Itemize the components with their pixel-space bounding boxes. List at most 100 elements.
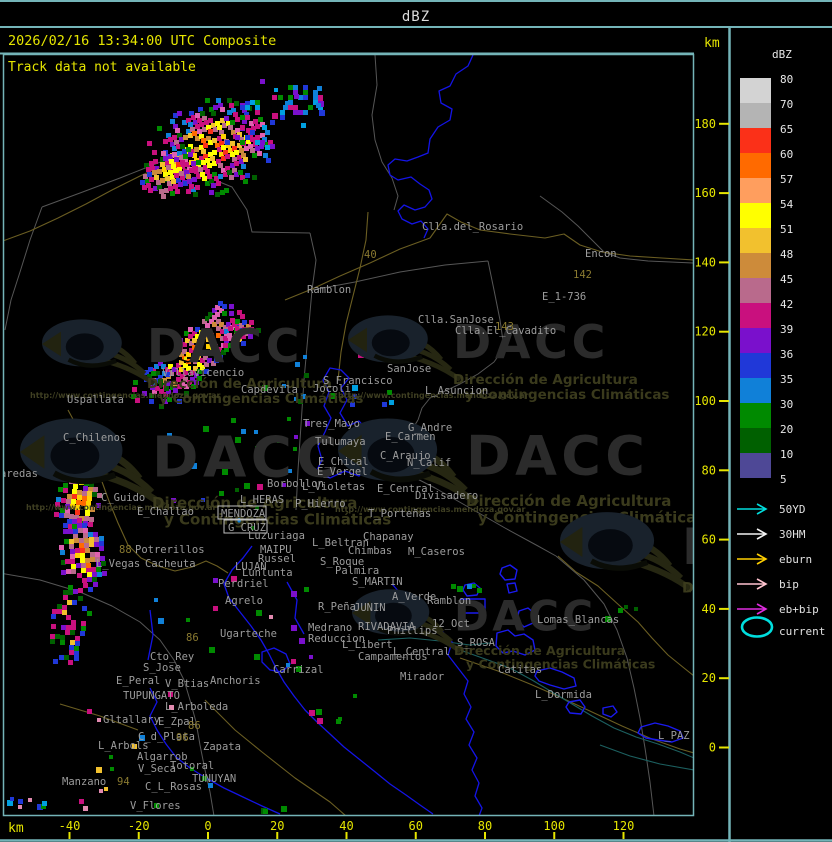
svg-text:65: 65 xyxy=(780,123,793,136)
svg-text:Catitas: Catitas xyxy=(498,664,542,676)
scale-block-36 xyxy=(740,353,771,378)
svg-text:Clla.del_Rosario: Clla.del_Rosario xyxy=(422,221,523,233)
scale-block-30 xyxy=(740,403,771,428)
svg-text:E_Vergel: E_Vergel xyxy=(317,466,368,478)
map-layer: DACCDirección de Agriculturay Contingenc… xyxy=(4,55,693,815)
svg-text:60: 60 xyxy=(409,819,423,833)
svg-text:y Contingencias Climáticas: y Contingencias Climáticas xyxy=(466,657,655,672)
svg-text:86: 86 xyxy=(186,632,199,644)
svg-text:57: 57 xyxy=(780,173,793,186)
scale-block-48 xyxy=(740,253,771,278)
svg-text:E_Carmen: E_Carmen xyxy=(385,431,436,443)
svg-text:30HM: 30HM xyxy=(779,528,806,541)
dbz-color-scale: dBZ 80 70 65 60 57 54 51 48 45 42 39 36 35 30 20 10 5 xyxy=(740,48,794,486)
svg-text:20: 20 xyxy=(780,423,793,436)
svg-text:L_Dormida: L_Dormida xyxy=(535,689,592,701)
svg-text:C_L_Rosas: C_L_Rosas xyxy=(145,781,202,793)
scale-block-42 xyxy=(740,303,771,328)
svg-text:70: 70 xyxy=(780,98,793,111)
svg-text:96: 96 xyxy=(176,732,189,744)
svg-text:DACC: DACC xyxy=(466,425,649,488)
svg-text:P_Hierro: P_Hierro xyxy=(295,498,346,510)
svg-text:Perdriel: Perdriel xyxy=(218,578,269,590)
svg-text:Cacheuta: Cacheuta xyxy=(145,558,196,570)
svg-text:http://www.contingencias.mendo: http://www.contingencias.mendoza.gov.ar xyxy=(30,391,221,400)
svg-text:5: 5 xyxy=(780,473,787,486)
svg-text:Encon: Encon xyxy=(585,248,617,260)
legend-item-50YD: 50YD xyxy=(737,503,806,516)
current-ellipse-icon xyxy=(740,616,774,638)
svg-text:Zapata: Zapata xyxy=(203,741,241,753)
radar-display-canvas[interactable]: DACCDirección de Agriculturay Contingenc… xyxy=(0,0,832,842)
svg-text:M_Caseros: M_Caseros xyxy=(408,546,465,558)
svg-text:dBZ: dBZ xyxy=(772,48,792,61)
svg-text:180: 180 xyxy=(694,117,716,131)
svg-text:120: 120 xyxy=(613,819,635,833)
svg-text:E_1-736: E_1-736 xyxy=(542,291,586,303)
track-legend: 50YD 30HM eburn bip eb+bip current xyxy=(737,503,825,638)
svg-text:Ugarteche: Ugarteche xyxy=(220,628,277,640)
legend-item-bip: bip xyxy=(737,578,799,591)
svg-text:40: 40 xyxy=(339,819,353,833)
svg-text:Carrizal: Carrizal xyxy=(273,664,324,676)
svg-text:40: 40 xyxy=(702,602,716,616)
scale-block-20 xyxy=(740,428,771,453)
svg-text:80: 80 xyxy=(702,463,716,477)
svg-text:C_Guido: C_Guido xyxy=(101,492,145,504)
svg-text:Phillips: Phillips xyxy=(387,625,438,637)
svg-text:-40: -40 xyxy=(59,819,81,833)
svg-text:100: 100 xyxy=(694,394,716,408)
radar-app-window: dBZ 2026/02/16 13:34:00 UTC Composite Tr… xyxy=(0,0,832,842)
svg-text:Luzuriaga: Luzuriaga xyxy=(248,530,305,542)
svg-text:42: 42 xyxy=(780,298,793,311)
svg-text:0: 0 xyxy=(709,741,716,755)
svg-text:Anchoris: Anchoris xyxy=(210,675,261,687)
svg-text:Jocoli: Jocoli xyxy=(313,383,351,395)
svg-text:MENDOZA: MENDOZA xyxy=(221,508,266,520)
svg-text:Villavicencio: Villavicencio xyxy=(162,367,244,379)
svg-text:Tulumaya: Tulumaya xyxy=(315,436,366,448)
svg-text:20: 20 xyxy=(702,671,716,685)
svg-text:140: 140 xyxy=(694,255,716,269)
svg-text:36: 36 xyxy=(780,348,793,361)
scale-block-54 xyxy=(740,203,771,228)
scale-block-70 xyxy=(740,103,771,128)
legend-item-current: current xyxy=(740,616,825,638)
svg-text:Capdevila: Capdevila xyxy=(241,384,298,396)
svg-text:80: 80 xyxy=(780,73,793,86)
svg-text:Potrerillos: Potrerillos xyxy=(135,544,205,556)
svg-text:30: 30 xyxy=(780,398,793,411)
svg-text:DACC: DACC xyxy=(147,319,303,373)
svg-text:Ramblon: Ramblon xyxy=(427,595,471,607)
svg-text:20: 20 xyxy=(270,819,284,833)
svg-text:94: 94 xyxy=(117,776,130,788)
scale-block-39 xyxy=(740,328,771,353)
svg-text:V_Btias: V_Btias xyxy=(165,678,209,690)
scale-block-10 xyxy=(740,453,771,478)
svg-text:S_ROSA: S_ROSA xyxy=(457,637,496,649)
svg-text:Lomas_Blancas: Lomas_Blancas xyxy=(537,614,619,626)
scale-block-80 xyxy=(740,78,771,103)
scale-block-45 xyxy=(740,278,771,303)
svg-text:60: 60 xyxy=(780,148,793,161)
svg-text:39: 39 xyxy=(780,323,793,336)
svg-text:km: km xyxy=(704,36,720,51)
scale-block-51 xyxy=(740,228,771,253)
svg-text:L_PAZ: L_PAZ xyxy=(658,730,690,742)
track-status-message: Track data not available xyxy=(8,60,196,75)
svg-text:L_Asuncion: L_Asuncion xyxy=(425,385,488,397)
svg-text:Agrelo: Agrelo xyxy=(225,595,263,607)
svg-text:-20: -20 xyxy=(128,819,150,833)
svg-text:JUNIN: JUNIN xyxy=(354,602,386,614)
svg-text:L_HERAS: L_HERAS xyxy=(240,494,284,506)
svg-text:T_Porteñas: T_Porteñas xyxy=(368,508,431,520)
svg-text:80: 80 xyxy=(478,819,492,833)
svg-text:142: 142 xyxy=(573,269,592,281)
svg-text:E_Peral: E_Peral xyxy=(116,675,160,687)
svg-text:54: 54 xyxy=(780,198,794,211)
svg-text:160: 160 xyxy=(694,186,716,200)
svg-text:100: 100 xyxy=(543,819,565,833)
svg-text:88: 88 xyxy=(119,544,132,556)
svg-text:eb+bip: eb+bip xyxy=(779,603,819,616)
svg-text:V_Flores: V_Flores xyxy=(130,800,181,812)
